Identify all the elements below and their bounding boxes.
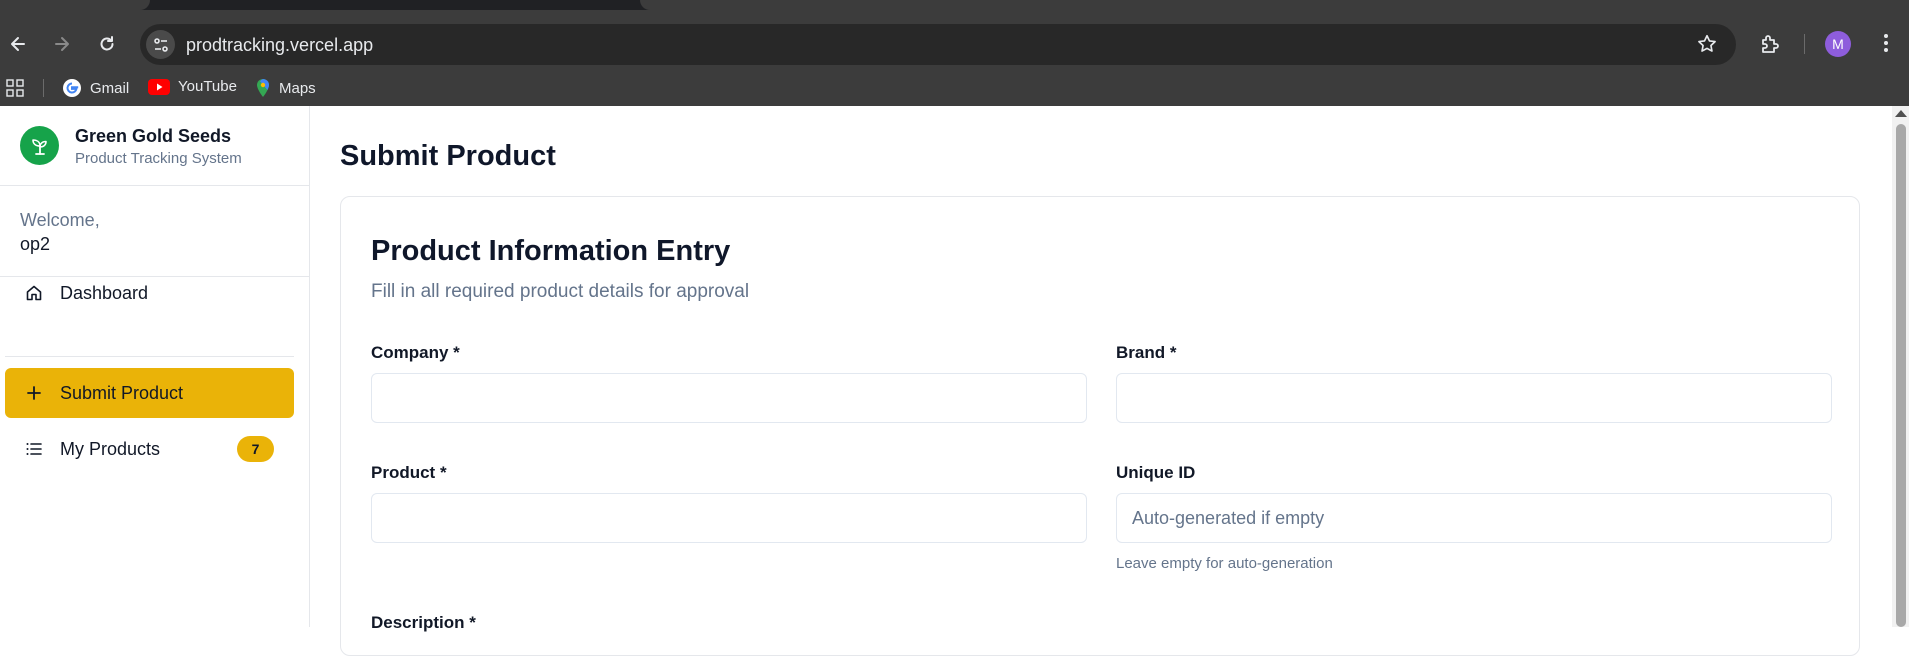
apps-grid-icon xyxy=(6,79,24,97)
product-label: Product * xyxy=(371,463,447,482)
bookmarks-bar: Gmail YouTube Maps xyxy=(0,69,1909,106)
unique-id-help-text: Leave empty for auto-generation xyxy=(1116,555,1333,572)
sidebar-item-my-products[interactable]: My Products 7 xyxy=(5,424,294,474)
scroll-up-arrow-icon[interactable] xyxy=(1895,110,1907,117)
bookmark-gmail[interactable]: Gmail xyxy=(62,78,129,98)
unique-id-label: Unique ID xyxy=(1116,463,1196,482)
maps-pin-icon xyxy=(257,79,269,97)
tune-icon xyxy=(153,37,168,52)
unique-id-input[interactable] xyxy=(1116,493,1832,543)
google-g-icon xyxy=(63,79,81,97)
brand-header: Green Gold Seeds Product Tracking System xyxy=(0,106,310,186)
more-vertical-icon xyxy=(1884,34,1888,52)
back-arrow-icon xyxy=(11,37,25,51)
star-icon xyxy=(1698,34,1716,52)
page-scrollbar[interactable] xyxy=(1892,106,1909,627)
site-info-button[interactable] xyxy=(146,30,175,59)
card-subtitle: Fill in all required product details for… xyxy=(371,281,750,302)
sidebar-item-label: My Products xyxy=(60,438,161,459)
url-text[interactable]: prodtracking.vercel.app xyxy=(186,35,373,56)
sidebar-item-label: Submit Product xyxy=(60,382,184,403)
app-page: Green Gold Seeds Product Tracking System… xyxy=(0,106,1909,656)
toolbar-divider xyxy=(1804,34,1805,54)
address-bar[interactable]: prodtracking.vercel.app xyxy=(140,24,1736,65)
browser-toolbar: prodtracking.vercel.app M xyxy=(0,10,1909,69)
sidebar-item-dashboard[interactable]: Dashboard xyxy=(5,268,294,318)
brand-subtitle: Product Tracking System xyxy=(75,150,242,167)
profile-avatar[interactable]: M xyxy=(1825,31,1851,57)
extensions-button[interactable] xyxy=(1758,32,1782,61)
back-button[interactable] xyxy=(4,30,32,58)
forward-button[interactable] xyxy=(48,30,76,58)
sidebar: Green Gold Seeds Product Tracking System… xyxy=(0,106,310,627)
sidebar-divider xyxy=(5,356,294,357)
apps-button[interactable] xyxy=(6,79,24,102)
bookmark-star-button[interactable] xyxy=(1696,33,1718,60)
puzzle-icon xyxy=(1762,35,1779,53)
home-icon xyxy=(26,285,42,301)
welcome-panel xyxy=(0,186,310,277)
bookmarks-divider xyxy=(43,79,44,97)
scrollbar-thumb[interactable] xyxy=(1896,124,1906,627)
brand-input[interactable] xyxy=(1116,373,1832,423)
product-input[interactable] xyxy=(371,493,1087,543)
reload-icon xyxy=(100,36,114,51)
username: op2 xyxy=(20,234,51,254)
browser-tab-edge[interactable] xyxy=(640,0,1909,10)
plus-icon xyxy=(27,386,41,400)
brand-label: Brand * xyxy=(1116,343,1177,362)
browser-menu-button[interactable] xyxy=(1876,32,1896,59)
main-content: Submit Product Product Information Entry… xyxy=(311,106,1892,656)
list-icon xyxy=(26,443,42,455)
bookmark-label: YouTube xyxy=(178,78,237,95)
sidebar-item-submit-product[interactable]: Submit Product xyxy=(5,368,294,418)
product-form-card: Product Information Entry Fill in all re… xyxy=(340,196,1860,656)
browser-tab-edge[interactable] xyxy=(0,0,150,10)
bookmark-label: Maps xyxy=(279,79,316,97)
bookmark-youtube[interactable]: YouTube xyxy=(148,78,237,95)
page-title: Submit Product xyxy=(340,140,556,172)
card-title: Product Information Entry xyxy=(371,235,731,267)
sprout-logo-icon xyxy=(20,126,59,165)
product-count-badge: 7 xyxy=(237,436,274,462)
youtube-icon xyxy=(148,78,170,95)
bookmark-label: Gmail xyxy=(90,79,130,97)
welcome-label: Welcome, xyxy=(20,210,100,230)
sidebar-item-label: Dashboard xyxy=(60,282,149,303)
forward-arrow-icon xyxy=(55,37,69,51)
reload-button[interactable] xyxy=(93,30,121,58)
company-label: Company * xyxy=(371,343,460,362)
browser-tab-strip xyxy=(0,0,1909,10)
bookmark-maps[interactable]: Maps xyxy=(255,78,316,98)
company-input[interactable] xyxy=(371,373,1087,423)
description-label: Description * xyxy=(371,613,476,632)
brand-name: Green Gold Seeds xyxy=(75,126,232,146)
